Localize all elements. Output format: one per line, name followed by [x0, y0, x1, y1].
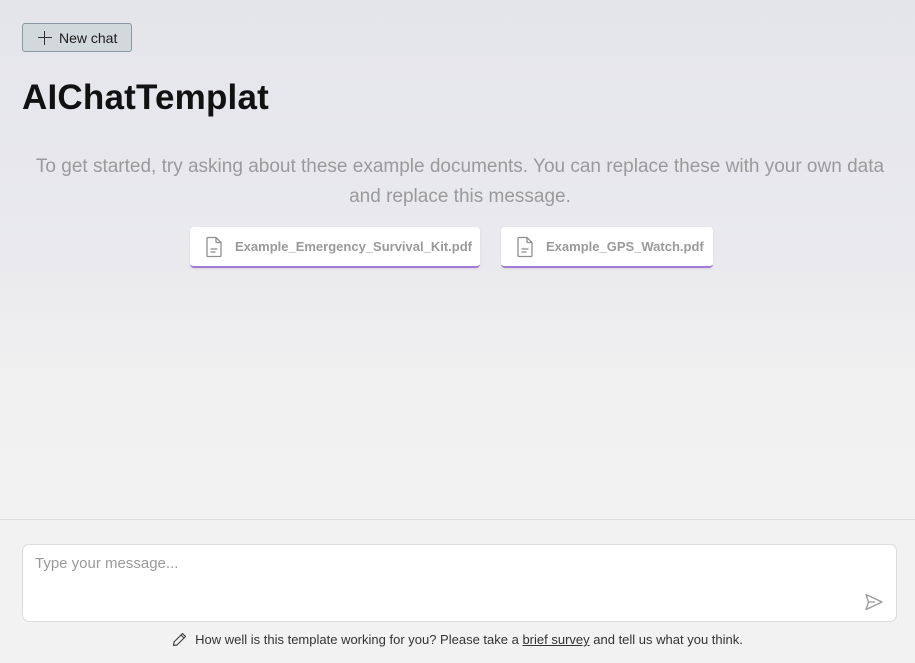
document-name: Example_GPS_Watch.pdf	[546, 239, 704, 254]
new-chat-label: New chat	[59, 29, 118, 46]
footer-text-after: and tell us what you think.	[589, 632, 743, 647]
document-card-gps-watch[interactable]: Example_GPS_Watch.pdf	[501, 227, 713, 268]
intro-message: To get started, try asking about these e…	[35, 156, 885, 207]
message-composer	[22, 544, 897, 622]
document-card-emergency-survival-kit[interactable]: Example_Emergency_Survival_Kit.pdf	[190, 227, 480, 268]
document-icon	[206, 236, 222, 257]
document-name: Example_Emergency_Survival_Kit.pdf	[235, 239, 472, 254]
plus-icon	[38, 30, 52, 45]
document-icon	[517, 236, 533, 257]
message-input[interactable]	[35, 555, 855, 605]
new-chat-button[interactable]: New chat	[22, 23, 132, 52]
footer-text-before: How well is this template working for yo…	[195, 632, 523, 647]
send-icon[interactable]	[864, 593, 884, 611]
survey-footer: How well is this template working for yo…	[0, 632, 915, 647]
brief-survey-link[interactable]: brief survey	[522, 632, 589, 647]
welcome-area: New chat AIChatTemplat To get started, t…	[0, 0, 915, 519]
app-title: AIChatTemplat	[22, 78, 269, 117]
pencil-icon	[173, 632, 187, 647]
